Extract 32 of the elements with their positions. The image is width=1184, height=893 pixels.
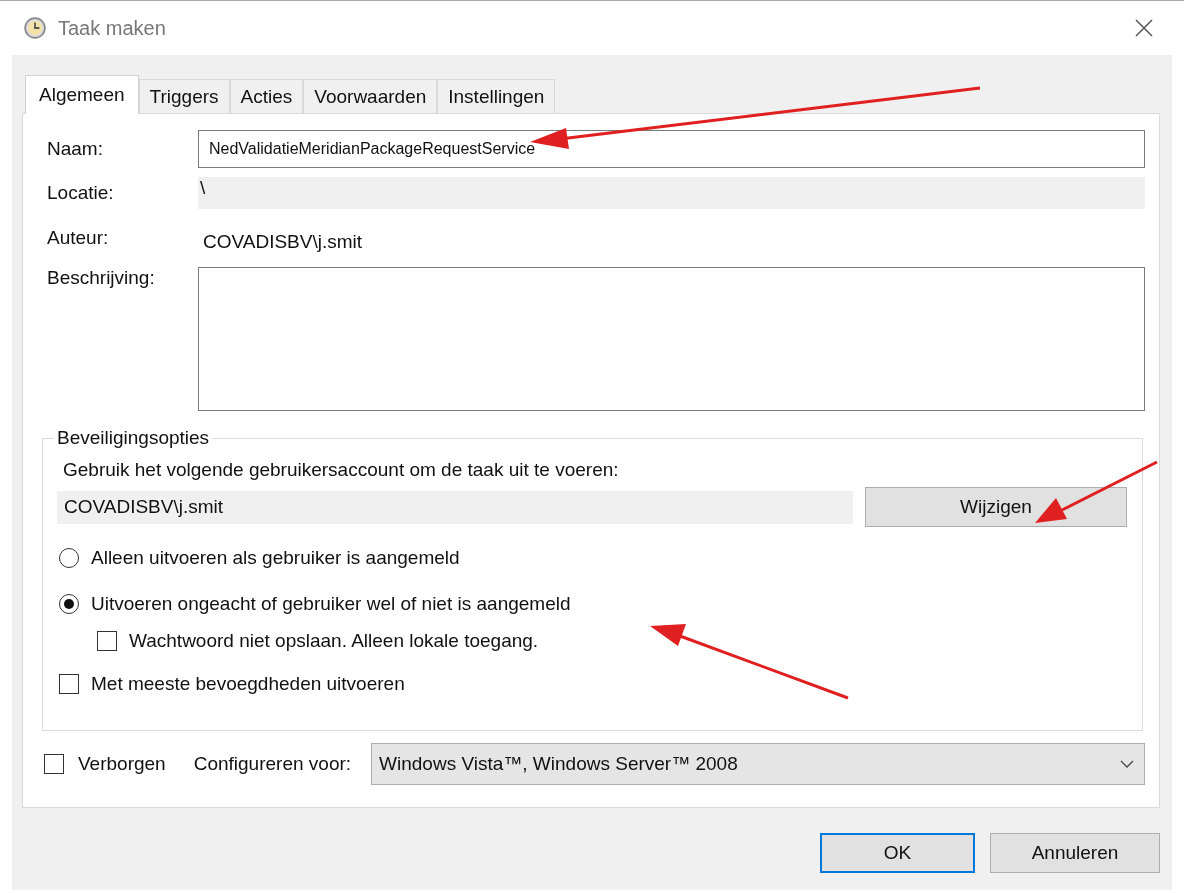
field-label: Naam: xyxy=(46,138,104,160)
dialog-button[interactable]: OK xyxy=(820,833,975,873)
field-label: Auteur: xyxy=(46,227,110,249)
group-title: Beveiligingsopties xyxy=(56,427,211,449)
window-title: Taak maken xyxy=(58,16,167,40)
checkbox[interactable] xyxy=(59,674,79,694)
dialog-button[interactable]: Annuleren xyxy=(990,833,1160,873)
tab[interactable]: Voorwaarden xyxy=(303,79,438,113)
checkbox-label: Wachtwoord niet opslaan. Alleen lokale toegang. xyxy=(129,630,539,652)
account-prompt: Gebruik het volgende gebruikersaccount om de taak uit te voeren: xyxy=(63,459,620,481)
tab[interactable]: Algemeen xyxy=(25,75,139,114)
close-icon[interactable] xyxy=(1134,18,1154,38)
field-label: Configureren voor: xyxy=(193,753,352,775)
read-only-field: \ xyxy=(198,177,1145,209)
tab[interactable]: Triggers xyxy=(138,79,230,113)
radio-label: Alleen uitvoeren als gebruiker is aangemeld xyxy=(91,547,460,569)
checkbox[interactable] xyxy=(97,631,117,651)
clock-icon xyxy=(24,17,46,39)
input-field[interactable]: NedValidatieMeridianPackageRequestService xyxy=(198,130,1145,168)
tab[interactable]: Instellingen xyxy=(437,79,556,113)
checkbox[interactable] xyxy=(44,754,64,774)
chevron-down-icon xyxy=(1120,760,1134,768)
checkbox-label: Verborgen xyxy=(78,753,166,775)
field-label: Locatie: xyxy=(46,182,115,204)
tab[interactable]: Acties xyxy=(229,79,304,113)
field-label: Beschrijving: xyxy=(46,267,156,289)
radio-label: Uitvoeren ongeacht of gebruiker wel of niet is aangemeld xyxy=(91,593,571,615)
account-field: COVADISBV\j.smit xyxy=(57,490,853,524)
change-button[interactable]: Wijzigen xyxy=(865,487,1127,527)
checkbox-label: Met meeste bevoegdheden uitvoeren xyxy=(91,673,405,695)
dropdown[interactable]: Windows Vista™, Windows Server™ 2008 xyxy=(371,743,1145,785)
field-value: COVADISBV\j.smit xyxy=(203,230,363,254)
